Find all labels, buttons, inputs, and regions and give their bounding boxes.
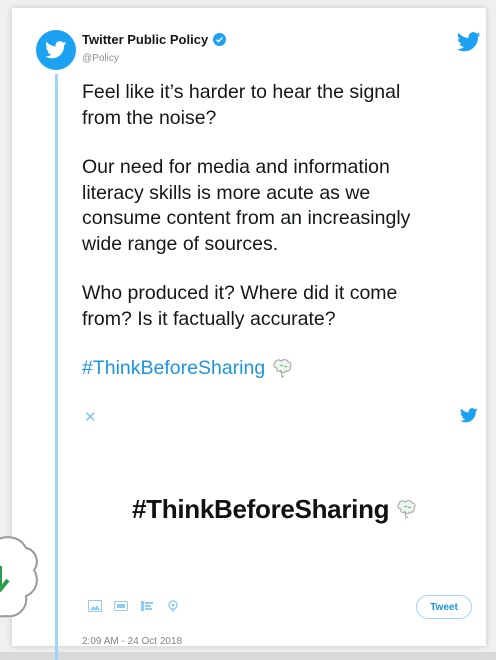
- tweet-paragraph: Who produced it? Where did it come from?…: [82, 282, 398, 330]
- avatar[interactable]: [36, 30, 76, 70]
- close-icon[interactable]: ✕: [84, 408, 97, 426]
- tweet-paragraph: Feel like it’s harder to hear the signal…: [82, 81, 401, 129]
- account-name[interactable]: Twitter Public Policy: [82, 32, 208, 47]
- account-name-row: Twitter Public Policy: [82, 32, 227, 47]
- composer-toolbar: [88, 600, 180, 612]
- media-top-row: ✕: [84, 408, 484, 426]
- verified-badge-icon: [213, 33, 227, 46]
- tweet-body: Feel like it’s harder to hear the signal…: [82, 80, 482, 382]
- twitter-bird-icon: [460, 408, 478, 423]
- gif-icon[interactable]: [114, 600, 128, 612]
- tweet-paragraph: Our need for media and information liter…: [82, 156, 411, 255]
- tweet-button[interactable]: Tweet: [416, 595, 472, 619]
- account-handle[interactable]: @Policy: [82, 53, 119, 64]
- hashtag-row: #ThinkBeforeSharing: [82, 356, 482, 382]
- twitter-bird-icon: [45, 41, 67, 59]
- image-icon[interactable]: [88, 600, 102, 612]
- hashtag-link[interactable]: #ThinkBeforeSharing: [82, 356, 265, 382]
- page-background: Twitter Public Policy @Policy Feel like …: [0, 0, 496, 660]
- tweet-card: Twitter Public Policy @Policy Feel like …: [12, 8, 486, 660]
- twitter-bird-icon: [457, 32, 481, 52]
- banner-hashtag: #ThinkBeforeSharing: [132, 494, 390, 524]
- download-sticker-icon: [0, 536, 38, 618]
- poll-icon[interactable]: [140, 600, 154, 612]
- tweet-timestamp[interactable]: 2:09 AM - 24 Oct 2018: [82, 636, 182, 647]
- location-icon[interactable]: [166, 600, 180, 612]
- brain-icon: [397, 499, 416, 519]
- media-banner: #ThinkBeforeSharing: [132, 494, 419, 525]
- brain-icon: [273, 358, 292, 378]
- thread-line: [55, 74, 58, 660]
